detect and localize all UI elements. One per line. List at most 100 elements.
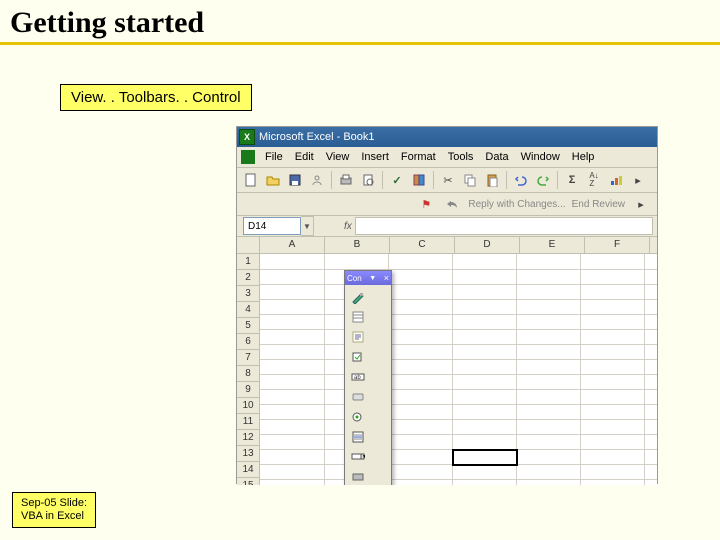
cut-icon[interactable]: ✂ (438, 170, 458, 190)
control-toolbox-body: ab ▼ A (345, 285, 391, 485)
gridline (260, 314, 657, 315)
excel-app-icon: X (239, 129, 255, 145)
menu-insert[interactable]: Insert (355, 151, 395, 163)
open-icon[interactable] (263, 170, 283, 190)
option-button-control-icon[interactable] (347, 407, 368, 426)
menu-tools[interactable]: Tools (442, 151, 480, 163)
sort-asc-icon[interactable]: A↓Z (584, 170, 604, 190)
design-mode-icon[interactable] (347, 287, 368, 306)
copy-icon[interactable] (460, 170, 480, 190)
col-header-f[interactable]: F (585, 237, 650, 253)
combobox-control-icon[interactable]: ▼ (347, 447, 368, 466)
row-headers: 1 2 3 4 5 6 7 8 9 10 11 12 13 14 15 (237, 254, 260, 485)
menu-edit[interactable]: Edit (289, 151, 320, 163)
fx-label[interactable]: fx (344, 221, 352, 232)
properties-icon[interactable] (347, 307, 368, 326)
gridline (580, 254, 581, 485)
menu-view[interactable]: View (320, 151, 356, 163)
gridline (260, 434, 657, 435)
row-header[interactable]: 15 (237, 478, 260, 485)
toolbar-options-icon[interactable]: ▸ (628, 170, 648, 190)
menu-help[interactable]: Help (566, 151, 601, 163)
separator (557, 171, 558, 189)
separator (506, 171, 507, 189)
col-header-e[interactable]: E (520, 237, 585, 253)
footnote-line2: VBA in Excel (21, 510, 87, 523)
toggle-button-control-icon[interactable] (347, 467, 368, 485)
name-box[interactable]: D14 (243, 217, 301, 235)
row-header[interactable]: 14 (237, 462, 260, 478)
textbox-control-icon[interactable]: ab (347, 367, 368, 386)
autosum-icon[interactable]: Σ (562, 170, 582, 190)
gridline (260, 359, 657, 360)
print-preview-icon[interactable] (358, 170, 378, 190)
row-header[interactable]: 13 (237, 446, 260, 462)
titlebar: X Microsoft Excel - Book1 (237, 127, 657, 147)
menu-window[interactable]: Window (515, 151, 566, 163)
title-underline (0, 42, 720, 45)
permission-icon[interactable] (307, 170, 327, 190)
row-header[interactable]: 7 (237, 350, 260, 366)
col-header-a[interactable]: A (260, 237, 325, 253)
undo-icon[interactable] (511, 170, 531, 190)
menu-format[interactable]: Format (395, 151, 442, 163)
flag-icon[interactable]: ⚑ (416, 194, 436, 214)
name-box-dropdown-icon[interactable]: ▼ (301, 216, 314, 236)
control-toolbox-titlebar[interactable]: Con ▼ × (345, 271, 391, 285)
save-icon[interactable] (285, 170, 305, 190)
separator (382, 171, 383, 189)
chart-wizard-icon[interactable] (606, 170, 626, 190)
row-header[interactable]: 10 (237, 398, 260, 414)
svg-text:ab: ab (354, 375, 361, 381)
row-header[interactable]: 6 (237, 334, 260, 350)
formula-bar[interactable] (355, 217, 653, 235)
toolbar-options-icon[interactable]: ▸ (631, 194, 651, 214)
menu-data[interactable]: Data (479, 151, 514, 163)
redo-icon[interactable] (533, 170, 553, 190)
column-headers: A B C D E F (237, 237, 657, 254)
gridline (260, 329, 657, 330)
row-header[interactable]: 8 (237, 366, 260, 382)
menu-file[interactable]: File (259, 151, 289, 163)
col-header-b[interactable]: B (325, 237, 390, 253)
menu-path-callout: View. . Toolbars. . Control (60, 84, 252, 111)
control-toolbox-close-icon[interactable]: × (384, 273, 389, 283)
spelling-icon[interactable]: ✓ (387, 170, 407, 190)
research-icon[interactable] (409, 170, 429, 190)
gridline (260, 404, 657, 405)
separator (331, 171, 332, 189)
svg-text:▼: ▼ (362, 454, 365, 460)
row-header[interactable]: 9 (237, 382, 260, 398)
view-code-icon[interactable] (347, 327, 368, 346)
gridline (260, 479, 657, 480)
row-header[interactable]: 11 (237, 414, 260, 430)
reply-changes-text: Reply with Changes... (468, 199, 565, 210)
print-icon[interactable] (336, 170, 356, 190)
active-cell[interactable] (452, 449, 518, 466)
command-button-control-icon[interactable] (347, 387, 368, 406)
cell-grid[interactable]: Con ▼ × ab ▼ (260, 254, 657, 485)
footnote-line1: Sep-05 Slide: (21, 497, 87, 510)
row-header[interactable]: 5 (237, 318, 260, 334)
col-header-d[interactable]: D (455, 237, 520, 253)
paste-icon[interactable] (482, 170, 502, 190)
worksheet-area: A B C D E F 1 2 3 4 5 6 7 8 9 10 (237, 237, 657, 485)
gridline (260, 374, 657, 375)
slide-title: Getting started (0, 0, 720, 42)
row-header[interactable]: 12 (237, 430, 260, 446)
gridline (260, 419, 657, 420)
row-header[interactable]: 4 (237, 302, 260, 318)
gridline (260, 344, 657, 345)
select-all-corner[interactable] (237, 237, 260, 253)
toolbar-options-dropdown-icon[interactable]: ▼ (369, 275, 376, 282)
checkbox-control-icon[interactable] (347, 347, 368, 366)
row-header[interactable]: 2 (237, 270, 260, 286)
col-header-c[interactable]: C (390, 237, 455, 253)
reply-icon[interactable] (442, 194, 462, 214)
gridline (260, 284, 657, 285)
row-header[interactable]: 3 (237, 286, 260, 302)
row-header[interactable]: 1 (237, 254, 260, 270)
new-icon[interactable] (241, 170, 261, 190)
listbox-control-icon[interactable] (347, 427, 368, 446)
control-toolbox-toolbar[interactable]: Con ▼ × ab ▼ (344, 270, 392, 485)
